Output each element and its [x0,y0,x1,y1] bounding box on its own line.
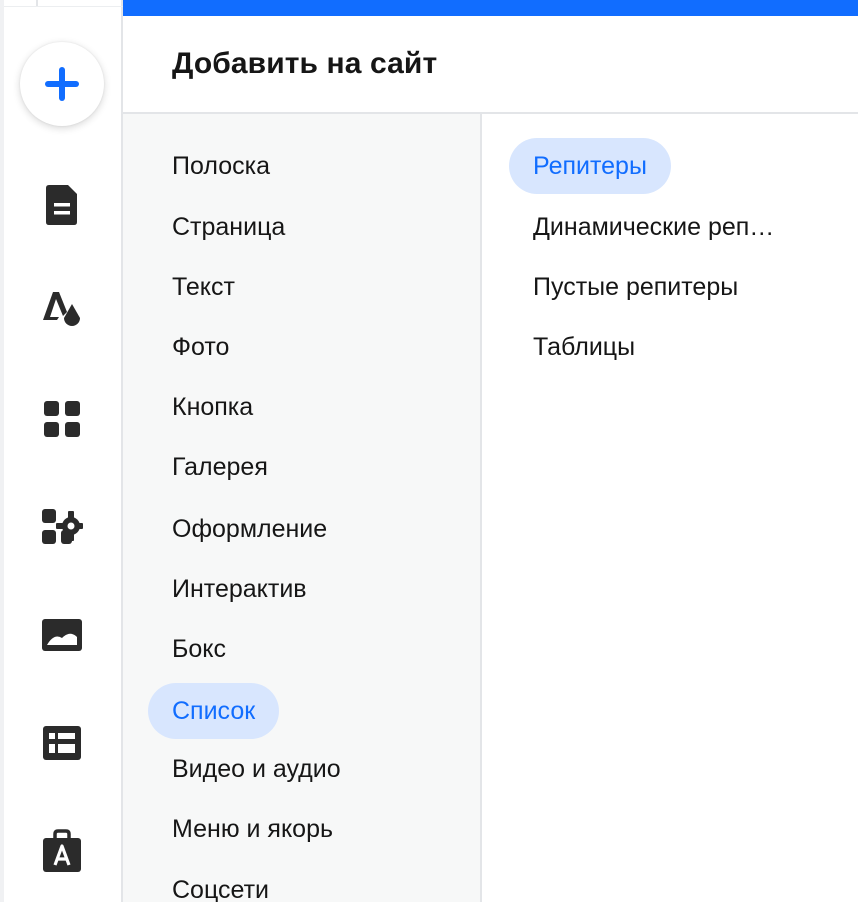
editor-add-panel: Добавить на сайт Полоска Страница Текст … [0,0,858,902]
category-item-box[interactable]: Бокс [148,621,250,677]
category-list: Полоска Страница Текст Фото Кнопка Галер… [123,114,482,902]
category-item-gallery[interactable]: Галерея [148,439,292,495]
subcategory-list: Репитеры Динамические реп… Пустые репите… [484,114,858,902]
category-item-social[interactable]: Соцсети [148,862,293,902]
apps-button[interactable] [37,394,87,444]
app-settings-button[interactable] [37,502,87,552]
subcategory-item-dynamic-repeaters[interactable]: Динамические реп… [509,199,798,255]
apps-icon [44,401,80,437]
category-item-page[interactable]: Страница [148,199,309,255]
left-toolbar [0,0,123,902]
page-icon [46,185,77,225]
table-icon [43,726,81,760]
subcategory-item-tables[interactable]: Таблицы [509,319,659,375]
add-panel: Добавить на сайт Полоска Страница Текст … [123,0,858,902]
rail-edge [0,0,4,902]
rail-top-line [4,6,123,7]
subcategory-item-repeaters[interactable]: Репитеры [509,138,671,194]
subcategory-item-empty-repeaters[interactable]: Пустые репитеры [509,259,762,315]
category-item-video-audio[interactable]: Видео и аудио [148,741,365,797]
category-item-button[interactable]: Кнопка [148,379,277,435]
category-item-menu-anchor[interactable]: Меню и якорь [148,801,357,857]
add-elements-button[interactable] [20,42,104,126]
accent-bar [123,0,858,16]
category-item-strip[interactable]: Полоска [148,138,294,194]
image-icon [42,619,82,651]
theme-icon [43,292,80,326]
app-market-button[interactable] [37,826,87,876]
theme-button[interactable] [37,284,87,334]
app-settings-icon [42,509,83,544]
cms-button[interactable] [37,718,87,768]
panel-title: Добавить на сайт [172,47,438,80]
category-item-interactive[interactable]: Интерактив [148,561,331,617]
pages-button[interactable] [37,180,87,230]
plus-icon [45,67,79,101]
category-item-text[interactable]: Текст [148,259,259,315]
category-item-list[interactable]: Список [148,683,280,739]
app-market-icon [43,829,81,872]
category-item-decoration[interactable]: Оформление [148,501,351,557]
category-item-photo[interactable]: Фото [148,319,253,375]
media-button[interactable] [37,610,87,660]
